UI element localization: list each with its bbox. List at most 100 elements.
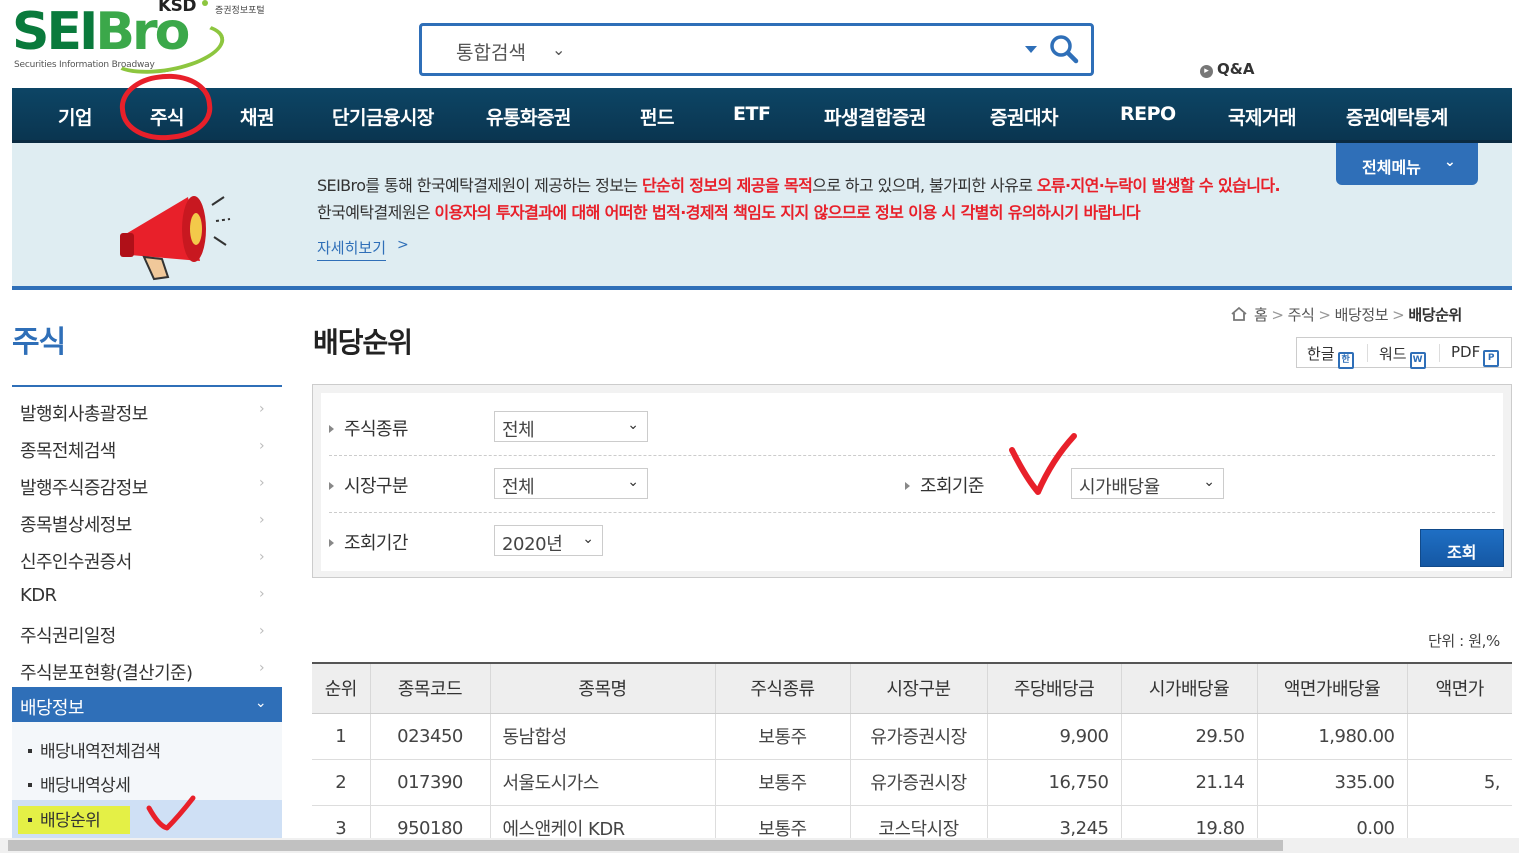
filter-label-text: 주식종류 — [344, 419, 408, 440]
sidebar-item-label: 주식권리일정 — [20, 626, 116, 647]
col-stock-type[interactable]: 주식종류 — [715, 662, 851, 714]
chevron-down-icon: ⌄ — [1203, 474, 1215, 490]
submenu-item-dividend-ranking[interactable]: 배당순위 — [28, 806, 101, 831]
sidebar-item-kdr[interactable]: KDR › — [12, 575, 282, 612]
qna-link[interactable]: ▸ Q&A — [1200, 60, 1254, 78]
cell-market: 유가증권시장 — [850, 759, 988, 806]
cell-par-yield: 335.00 — [1257, 759, 1408, 806]
table-row[interactable]: 2 017390 서울도시가스 보통주 유가증권시장 16,750 21.14 … — [312, 759, 1512, 806]
red-checkmark-annotation — [1009, 433, 1077, 495]
chevron-down-icon: ⌄ — [254, 695, 267, 711]
select-value: 전체 — [502, 477, 535, 498]
export-label: 한글 — [1307, 345, 1335, 363]
scrollbar-thumb[interactable] — [8, 840, 1283, 851]
cell-rank: 2 — [312, 759, 371, 806]
nav-item-money-market[interactable]: 단기금융시장 — [332, 103, 434, 130]
select-value: 전체 — [502, 420, 535, 441]
home-icon[interactable] — [1230, 306, 1248, 322]
sidebar-item-issuer-info[interactable]: 발행회사총괄정보 › — [12, 390, 282, 427]
nav-item-fund[interactable]: 펀드 — [640, 103, 674, 130]
sidebar-item-label: 신주인수권증서 — [20, 552, 132, 573]
period-select[interactable]: 2020년 ⌄ — [494, 525, 603, 556]
breadcrumb-stock[interactable]: 주식 — [1288, 306, 1315, 324]
col-name[interactable]: 종목명 — [490, 662, 716, 714]
sidebar-item-rights-certificate[interactable]: 신주인수권증서 › — [12, 538, 282, 575]
submenu-item-dividend-search[interactable]: 배당내역전체검색 — [28, 737, 161, 762]
chevron-right-icon: › — [259, 586, 265, 602]
chevron-right-icon: › — [259, 401, 265, 417]
stock-type-label: 주식종류 — [329, 415, 408, 441]
notice-text: 으로 하고 있으며, 불가피한 사유로 — [812, 176, 1037, 195]
sidebar-item-rights-schedule[interactable]: 주식권리일정 › — [12, 612, 282, 649]
cell-rank: 1 — [312, 713, 371, 760]
submenu-item-dividend-detail[interactable]: 배당내역상세 — [28, 771, 131, 796]
nav-item-derivatives[interactable]: 파생결합증권 — [824, 103, 926, 130]
chevron-right-icon[interactable]: > — [397, 237, 409, 253]
sidebar-item-dividend-info[interactable]: 배당정보 ⌄ — [12, 687, 282, 722]
cell-name[interactable]: 서울도시가스 — [490, 759, 716, 806]
nav-item-statistics[interactable]: 증권예탁통계 — [1346, 103, 1448, 130]
filter-label-text: 시장구분 — [344, 476, 408, 497]
stock-type-select[interactable]: 전체 ⌄ — [494, 411, 648, 442]
all-menu-label: 전체메뉴 — [1362, 158, 1421, 177]
sidebar-item-label: KDR — [20, 585, 57, 606]
arrow-circle-icon: ▸ — [1200, 65, 1213, 78]
col-yield[interactable]: 시가배당율 — [1121, 662, 1258, 714]
nav-item-company[interactable]: 기업 — [58, 103, 92, 130]
col-par-value[interactable]: 액면가 — [1407, 662, 1512, 714]
sidebar-item-distribution[interactable]: 주식분포현황(결산기준) › — [12, 649, 282, 686]
view-details-link[interactable]: 자세히보기 — [317, 237, 387, 261]
sidebar-item-label: 종목전체검색 — [20, 441, 116, 462]
export-label: 워드 — [1379, 345, 1407, 363]
chevron-down-icon[interactable]: ⌄ — [552, 40, 565, 59]
search-category-select[interactable]: 통합검색 — [456, 38, 526, 65]
all-menu-button[interactable]: 전체메뉴 ⌄ — [1336, 143, 1478, 185]
col-code[interactable]: 종목코드 — [370, 662, 491, 714]
cell-par-value: 5, — [1407, 759, 1512, 806]
nav-item-repo[interactable]: REPO — [1120, 103, 1176, 125]
horizontal-scrollbar[interactable] — [0, 838, 1519, 853]
dividend-ranking-table: 순위 종목코드 종목명 주식종류 시장구분 주당배당금 시가배당율 액면가배당율… — [312, 662, 1512, 852]
notice-banner: SEIBro를 통해 한국예탁결제원이 제공하는 정보는 단순히 정보의 제공을… — [12, 143, 1512, 290]
cell-name[interactable]: 동남합성 — [490, 713, 716, 760]
col-rank[interactable]: 순위 — [312, 662, 371, 714]
breadcrumb-dividend-info[interactable]: 배당정보 — [1335, 306, 1389, 324]
cell-dps: 16,750 — [987, 759, 1122, 806]
table-row[interactable]: 1 023450 동남합성 보통주 유가증권시장 9,900 29.50 1,9… — [312, 713, 1512, 760]
sidebar-item-stock-detail[interactable]: 종목별상세정보 › — [12, 501, 282, 538]
search-button[interactable]: 조회 — [1420, 529, 1504, 567]
chevron-right-icon: › — [259, 660, 265, 676]
submenu-label: 배당내역상세 — [40, 776, 131, 796]
cell-code: 017390 — [370, 759, 491, 806]
col-par-yield[interactable]: 액면가배당율 — [1257, 662, 1408, 714]
logo-tagline: Securities Information Broadway — [14, 60, 155, 70]
col-dps[interactable]: 주당배당금 — [987, 662, 1122, 714]
export-hwp-button[interactable]: 한글 한 — [1307, 343, 1354, 369]
main-nav: 기업 주식 채권 단기금융시장 유통화증권 펀드 ETF 파생결합증권 증권대차… — [12, 88, 1512, 143]
integrated-search-box[interactable]: 통합검색 ⌄ — [419, 23, 1094, 76]
nav-item-securitized[interactable]: 유통화증권 — [486, 103, 571, 130]
nav-item-international[interactable]: 국제거래 — [1228, 103, 1296, 130]
chevron-down-icon: ⌄ — [627, 474, 639, 490]
sidebar-item-stock-search[interactable]: 종목전체검색 › — [12, 427, 282, 464]
market-select[interactable]: 전체 ⌄ — [494, 468, 648, 499]
breadcrumb-home[interactable]: 홈 — [1254, 306, 1268, 324]
bullet-icon — [28, 749, 32, 753]
export-word-button[interactable]: 워드 W — [1379, 343, 1426, 369]
nav-item-lending[interactable]: 증권대차 — [990, 103, 1058, 130]
nav-item-etf[interactable]: ETF — [733, 103, 771, 125]
dropdown-triangle-icon[interactable] — [1025, 46, 1037, 53]
notice-line-1: SEIBro를 통해 한국예탁결제원이 제공하는 정보는 단순히 정보의 제공을… — [317, 172, 1281, 196]
export-pdf-button[interactable]: PDF P — [1451, 343, 1500, 367]
divider — [1439, 344, 1440, 362]
criteria-select[interactable]: 시가배당율 ⌄ — [1071, 468, 1224, 499]
col-market[interactable]: 시장구분 — [850, 662, 988, 714]
bullet-icon — [28, 818, 32, 822]
cell-stock-type: 보통주 — [715, 713, 851, 760]
nav-item-bond[interactable]: 채권 — [240, 103, 274, 130]
seibro-logo[interactable]: KSD 증권정보포털 SEIBro Securities Information… — [12, 0, 272, 82]
sidebar-item-share-change[interactable]: 발행주식증감정보 › — [12, 464, 282, 501]
search-icon[interactable] — [1049, 34, 1079, 64]
select-value: 2020년 — [502, 534, 563, 555]
brand-sei: SEI — [12, 2, 98, 62]
